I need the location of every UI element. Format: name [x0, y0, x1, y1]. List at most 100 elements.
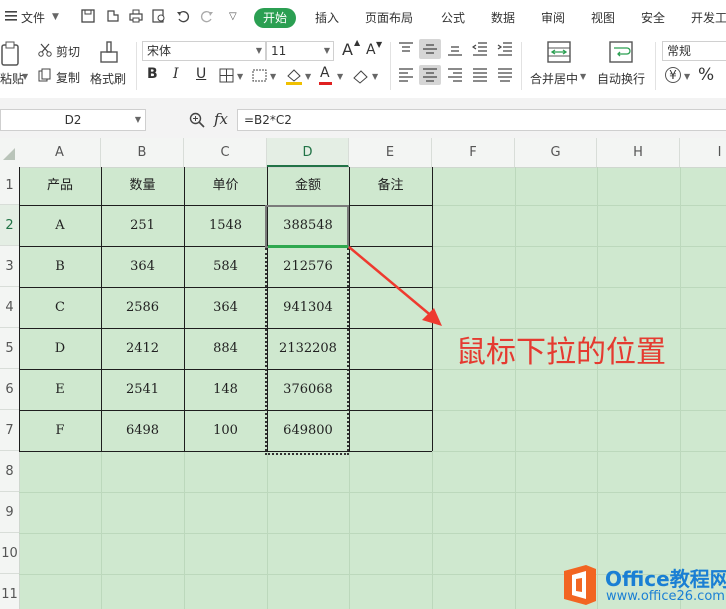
row-header-10[interactable]: 10	[0, 533, 19, 574]
align-left-icon[interactable]	[398, 68, 414, 82]
paste-dropdown-icon[interactable]: ▼	[22, 72, 28, 81]
eraser-dropdown-icon[interactable]: ▼	[372, 72, 378, 81]
row-header-4[interactable]: 4	[0, 287, 19, 328]
table-cell[interactable]: C	[19, 287, 101, 328]
tab-page-layout[interactable]: 页面布局	[365, 9, 413, 26]
paste-button[interactable]: 粘贴	[0, 70, 24, 87]
format-painter-button[interactable]: 格式刷	[90, 70, 126, 87]
table-cell[interactable]: 364	[184, 287, 267, 328]
bold-button[interactable]: B	[147, 66, 158, 82]
font-color-dropdown-icon[interactable]: ▼	[337, 72, 343, 81]
table-cell[interactable]: 584	[184, 246, 267, 287]
name-box[interactable]: D2 ▼	[0, 109, 146, 131]
table-cell[interactable]: 884	[184, 328, 267, 369]
distributed-align-icon[interactable]	[497, 68, 513, 82]
font-color-button[interactable]: A	[320, 65, 330, 81]
row-header-1[interactable]: 1	[0, 167, 19, 205]
percent-button[interactable]: %	[698, 65, 714, 85]
cut-button[interactable]: 剪切	[56, 43, 80, 60]
currency-button[interactable]: ¥	[665, 67, 681, 83]
table-header-cell[interactable]: 产品	[19, 167, 101, 205]
table-cell[interactable]: 1548	[184, 205, 267, 246]
table-cell[interactable]: 2412	[101, 328, 184, 369]
wrap-text-button[interactable]: 自动换行	[597, 70, 645, 87]
decrease-indent-icon[interactable]	[472, 42, 488, 56]
row-header-7[interactable]: 7	[0, 410, 19, 451]
table-cell[interactable]: 100	[184, 410, 267, 451]
tab-formulas[interactable]: 公式	[441, 9, 465, 26]
row-header-5[interactable]: 5	[0, 328, 19, 369]
column-header-b[interactable]: B	[101, 138, 184, 167]
number-format-select[interactable]: 常规	[662, 41, 726, 61]
table-cell[interactable]: A	[19, 205, 101, 246]
file-menu[interactable]: 文件	[21, 9, 45, 26]
table-cell[interactable]	[349, 410, 432, 451]
column-header-h[interactable]: H	[597, 138, 680, 167]
row-header-2[interactable]: 2	[0, 205, 19, 246]
row-header-6[interactable]: 6	[0, 369, 19, 410]
tab-data[interactable]: 数据	[491, 9, 515, 26]
save-icon[interactable]	[81, 9, 95, 23]
column-header-f[interactable]: F	[432, 138, 515, 167]
column-header-i[interactable]: I	[680, 138, 726, 167]
menu-icon[interactable]	[4, 9, 18, 23]
row-header-9[interactable]: 9	[0, 492, 19, 533]
table-header-cell[interactable]: 数量	[101, 167, 184, 205]
zoom-search-icon[interactable]	[189, 112, 205, 128]
select-all-corner-icon[interactable]	[3, 148, 15, 160]
align-middle-button[interactable]	[419, 39, 441, 59]
justify-icon[interactable]	[472, 68, 488, 82]
print-icon[interactable]	[129, 9, 143, 23]
merge-center-dropdown-icon[interactable]: ▼	[580, 72, 586, 81]
fill-color-dropdown-icon[interactable]: ▼	[305, 72, 311, 81]
align-bottom-icon[interactable]	[447, 42, 463, 56]
chevron-down-icon[interactable]: ▼	[135, 110, 141, 130]
table-cell[interactable]: D	[19, 328, 101, 369]
table-cell[interactable]: 2541	[101, 369, 184, 410]
copy-button[interactable]: 复制	[56, 69, 80, 86]
cell-style-dropdown-icon[interactable]: ▼	[270, 72, 276, 81]
undo-icon[interactable]	[176, 9, 190, 23]
table-header-cell[interactable]: 单价	[184, 167, 267, 205]
tab-insert[interactable]: 插入	[315, 9, 339, 26]
merge-center-button[interactable]: 合并居中	[530, 70, 578, 87]
worksheet[interactable]: ABCDEFGHI 1 2 3 4 5 6 7 8 9 10 11 产品 数量 单价 金额 备注 A 251 15…	[0, 138, 726, 609]
table-cell[interactable]: F	[19, 410, 101, 451]
font-size-select[interactable]: 11 ▼	[266, 41, 334, 61]
increase-indent-icon[interactable]	[497, 42, 513, 56]
row-header-3[interactable]: 3	[0, 246, 19, 287]
eraser-icon[interactable]	[352, 68, 370, 84]
font-name-select[interactable]: 宋体 ▼	[142, 41, 266, 61]
column-header-g[interactable]: G	[515, 138, 597, 167]
table-header-cell[interactable]: 备注	[349, 167, 432, 205]
tab-review[interactable]: 审阅	[541, 9, 565, 26]
align-top-icon[interactable]	[398, 42, 414, 56]
table-header-cell[interactable]: 金额	[267, 167, 349, 205]
table-cell[interactable]: E	[19, 369, 101, 410]
table-cell[interactable]: 148	[184, 369, 267, 410]
tab-home[interactable]: 开始	[254, 8, 297, 28]
formula-input[interactable]: =B2*C2	[237, 109, 726, 131]
print-preview-icon[interactable]	[152, 9, 166, 23]
table-cell[interactable]: B	[19, 246, 101, 287]
quick-access-more-icon[interactable]: ▽	[229, 11, 237, 22]
column-header-e[interactable]: E	[349, 138, 432, 167]
table-cell[interactable]: 2586	[101, 287, 184, 328]
grow-font-button[interactable]: A	[342, 40, 353, 59]
tab-developer[interactable]: 开发工	[691, 9, 726, 26]
align-right-icon[interactable]	[447, 68, 463, 82]
tab-security[interactable]: 安全	[641, 9, 665, 26]
table-cell[interactable]	[349, 369, 432, 410]
tab-view[interactable]: 视图	[591, 9, 615, 26]
insert-function-button[interactable]: fx	[214, 110, 228, 128]
shrink-font-button[interactable]: A	[366, 42, 376, 58]
redo-icon[interactable]	[200, 9, 214, 23]
column-header-a[interactable]: A	[19, 138, 101, 167]
table-cell[interactable]: 364	[101, 246, 184, 287]
output-pdf-icon[interactable]	[106, 9, 120, 23]
column-header-d[interactable]: D	[267, 138, 349, 167]
borders-dropdown-icon[interactable]: ▼	[237, 72, 243, 81]
table-cell[interactable]: 6498	[101, 410, 184, 451]
fill-color-icon[interactable]	[285, 67, 303, 85]
borders-icon[interactable]	[219, 68, 235, 84]
